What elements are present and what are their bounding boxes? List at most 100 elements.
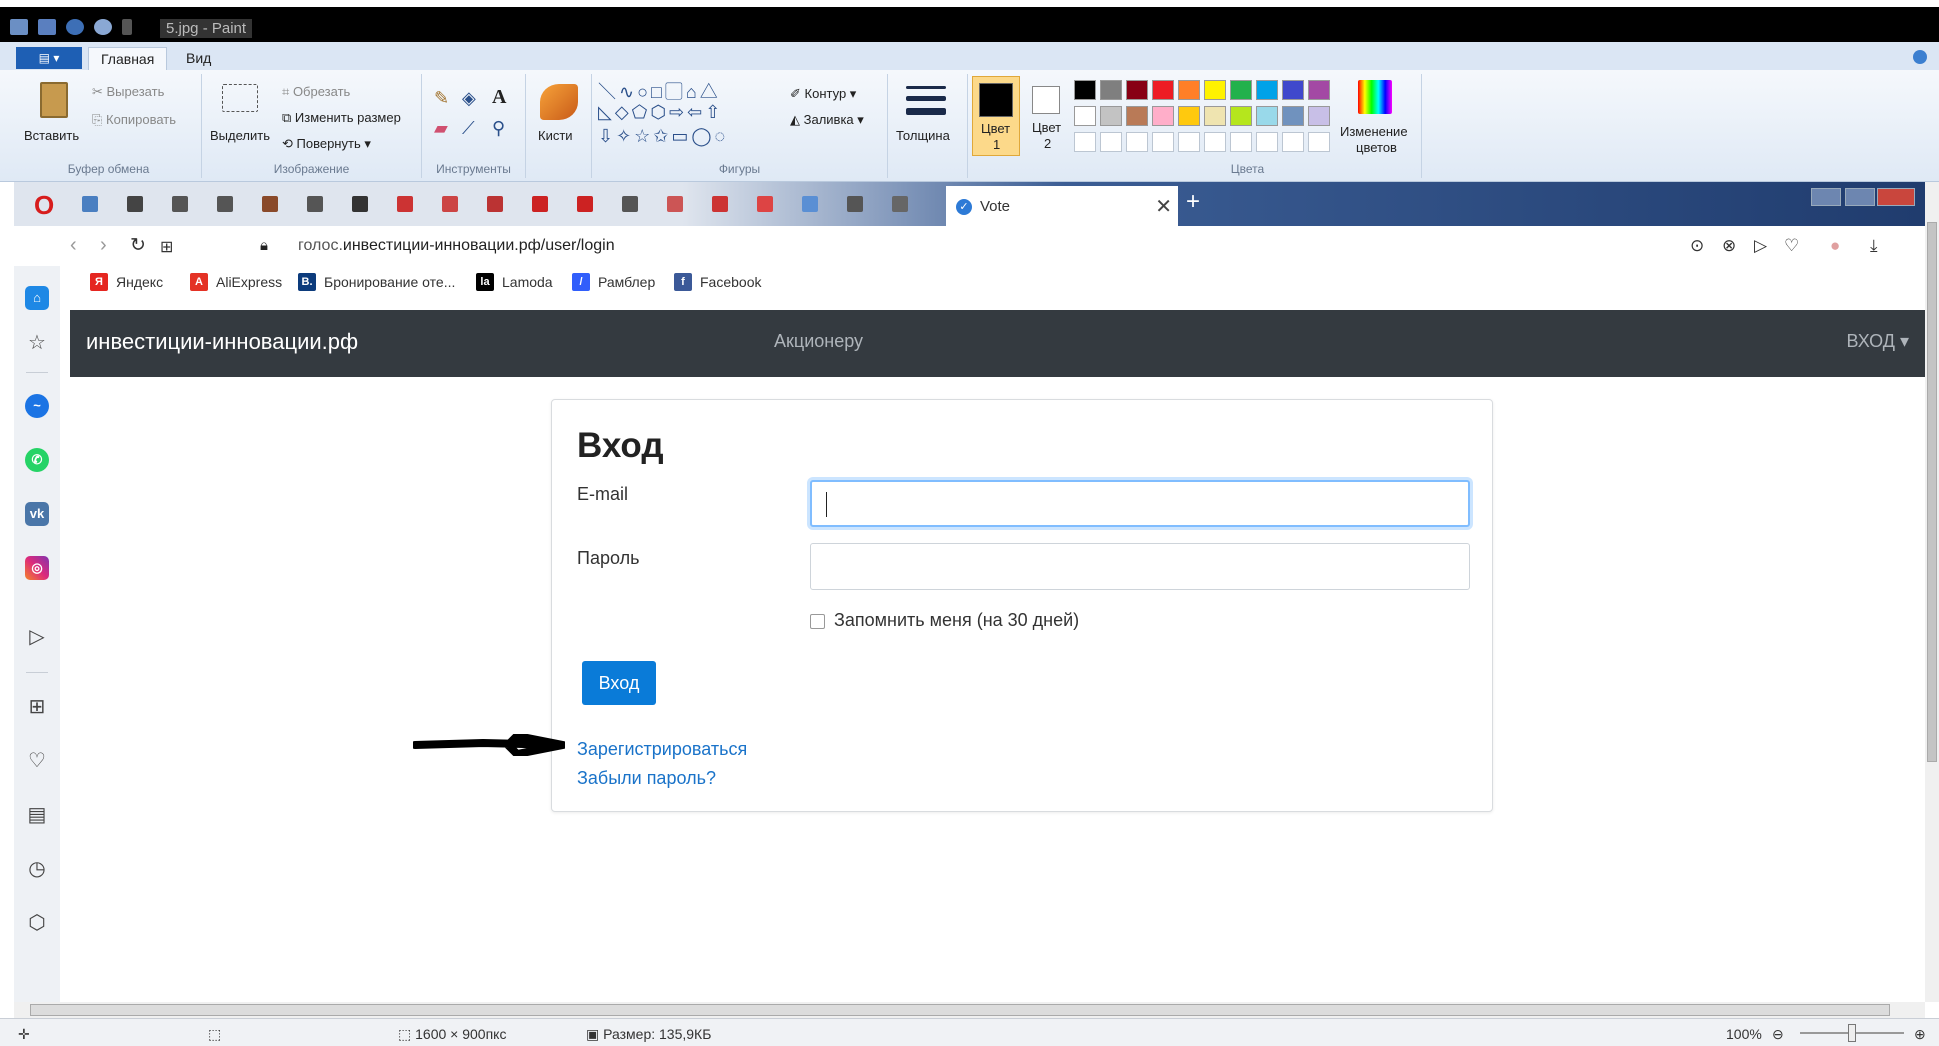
pinned-tab-icon[interactable] bbox=[82, 196, 98, 212]
extensions-icon[interactable]: ⬡ bbox=[25, 910, 49, 935]
cut-button[interactable]: ✂ Вырезать bbox=[92, 84, 164, 100]
login-submit-button[interactable]: Вход bbox=[582, 661, 656, 705]
customize-toolbar-icon[interactable] bbox=[122, 19, 132, 35]
url-field[interactable]: голос.инвестиции-инновации.рф/user/login bbox=[298, 237, 615, 255]
pinned-tab-icon[interactable] bbox=[352, 196, 368, 212]
edit-colors-icon[interactable] bbox=[1358, 80, 1392, 114]
messenger-icon[interactable]: ~ bbox=[25, 394, 49, 418]
brushes-button[interactable]: Кисти bbox=[538, 128, 573, 143]
bookmark-item[interactable]: f Facebook bbox=[674, 273, 761, 291]
select-button[interactable]: Выделить bbox=[210, 128, 270, 143]
tab-view[interactable]: Вид bbox=[174, 47, 223, 70]
opera-logo-icon[interactable]: O bbox=[34, 192, 54, 218]
redo-icon[interactable] bbox=[94, 19, 112, 35]
vertical-scroll-thumb[interactable] bbox=[1927, 222, 1937, 762]
zoom-slider-thumb[interactable] bbox=[1848, 1024, 1856, 1042]
favorites-icon[interactable]: ♡ bbox=[25, 748, 49, 773]
history-icon[interactable]: ◷ bbox=[25, 856, 49, 881]
bookmark-item[interactable]: / Рамблер bbox=[572, 273, 655, 291]
forward-icon[interactable]: › bbox=[100, 234, 107, 257]
tab-close-icon[interactable]: ✕ bbox=[1155, 194, 1172, 219]
whatsapp-icon[interactable]: ✆ bbox=[25, 448, 49, 472]
pinned-tab-icon[interactable] bbox=[712, 196, 728, 212]
pinned-tab-icon[interactable] bbox=[127, 196, 143, 212]
bookmark-item[interactable]: la Lamoda bbox=[476, 273, 553, 291]
save-icon[interactable] bbox=[38, 19, 56, 35]
shapes-row-1[interactable]: ＼∿○□▢⌂△ bbox=[598, 78, 721, 104]
pinned-tab-icon[interactable] bbox=[757, 196, 773, 212]
bookmark-item[interactable]: B. Бронирование оте... bbox=[298, 273, 455, 291]
color2-button[interactable]: Цвет 2 bbox=[1024, 76, 1070, 156]
pinned-tab-icon[interactable] bbox=[442, 196, 458, 212]
outline-button[interactable]: ✐ Контур ▾ bbox=[790, 86, 856, 102]
horizontal-scrollbar[interactable] bbox=[14, 1002, 1925, 1018]
pinned-tab-icon[interactable] bbox=[217, 196, 233, 212]
instagram-icon[interactable]: ◎ bbox=[25, 556, 49, 580]
brush-icon[interactable] bbox=[540, 84, 578, 120]
magnifier-icon[interactable]: ⚲ bbox=[492, 118, 505, 139]
zoom-in-icon[interactable]: ⊕ bbox=[1914, 1026, 1926, 1043]
minimize-icon[interactable] bbox=[1811, 188, 1841, 206]
apps-icon[interactable]: ⊞ bbox=[25, 694, 49, 719]
email-field[interactable] bbox=[810, 480, 1470, 527]
pinned-tab-icon[interactable] bbox=[802, 196, 818, 212]
adblock-icon[interactable]: ⊗ bbox=[1722, 236, 1736, 256]
pinned-tab-icon[interactable] bbox=[847, 196, 863, 212]
pinned-tab-icon[interactable] bbox=[487, 196, 503, 212]
pinned-tab-icon[interactable] bbox=[622, 196, 638, 212]
pinned-tab-icon[interactable] bbox=[667, 196, 683, 212]
maximize-icon[interactable] bbox=[1845, 188, 1875, 206]
snapshot-icon[interactable]: ⊙ bbox=[1690, 236, 1704, 256]
resize-button[interactable]: ⧉ Изменить размер bbox=[282, 110, 401, 126]
paint-app-icon[interactable] bbox=[10, 19, 28, 35]
crop-button[interactable]: ⌗ Обрезать bbox=[282, 84, 350, 100]
reload-icon[interactable]: ↻ bbox=[130, 234, 146, 257]
color-picker-icon[interactable]: ⟋ bbox=[462, 118, 475, 139]
pinned-tab-icon[interactable] bbox=[172, 196, 188, 212]
vk-icon[interactable]: vk bbox=[25, 502, 49, 526]
thickness-button[interactable]: Толщина bbox=[896, 128, 950, 143]
send-sidebar-icon[interactable]: ▷ bbox=[25, 624, 49, 649]
edit-colors-line2[interactable]: цветов bbox=[1356, 140, 1397, 155]
star-icon[interactable]: ☆ bbox=[25, 330, 49, 355]
download-icon[interactable]: ⤓ bbox=[1870, 236, 1878, 256]
send-icon[interactable]: ▷ bbox=[1754, 236, 1767, 256]
vertical-scrollbar[interactable] bbox=[1925, 182, 1939, 1002]
color1-button[interactable]: Цвет 1 bbox=[972, 76, 1020, 156]
bookmark-item[interactable]: Я Яндекс bbox=[90, 273, 163, 291]
edit-colors-line1[interactable]: Изменение bbox=[1340, 124, 1408, 139]
profile-icon[interactable]: ● bbox=[1830, 236, 1840, 256]
back-icon[interactable]: ‹ bbox=[70, 234, 77, 257]
tab-vote[interactable]: ✓ Vote ✕ bbox=[946, 186, 1178, 226]
pencil-icon[interactable]: ✎ bbox=[434, 88, 449, 109]
pinned-tab-icon[interactable] bbox=[262, 196, 278, 212]
home-icon[interactable]: ⌂ bbox=[25, 286, 49, 310]
remember-label[interactable]: Запомнить меня (на 30 дней) bbox=[834, 610, 1079, 631]
pinned-tab-icon[interactable] bbox=[577, 196, 593, 212]
rotate-button[interactable]: ⟲ Повернуть ▾ bbox=[282, 136, 371, 152]
paste-icon[interactable] bbox=[40, 82, 68, 118]
undo-icon[interactable] bbox=[66, 19, 84, 35]
close-window-icon[interactable] bbox=[1877, 188, 1915, 206]
horizontal-scroll-thumb[interactable] bbox=[30, 1004, 1890, 1016]
pinned-tab-icon[interactable] bbox=[892, 196, 908, 212]
remember-checkbox[interactable] bbox=[810, 614, 825, 629]
zoom-out-icon[interactable]: ⊖ bbox=[1772, 1026, 1784, 1043]
eraser-icon[interactable]: ▰ bbox=[434, 118, 448, 139]
site-brand[interactable]: инвестиции-инновации.рф bbox=[86, 329, 358, 355]
shapes-row-2[interactable]: ◺◇⬠⬡⇨⇦⇧ bbox=[598, 102, 723, 123]
heart-icon[interactable]: ♡ bbox=[1784, 236, 1799, 256]
select-icon[interactable] bbox=[222, 84, 258, 112]
bookmark-item[interactable]: A AliExpress bbox=[190, 273, 282, 291]
new-tab-icon[interactable]: + bbox=[1186, 188, 1200, 216]
speed-dial-icon[interactable]: ⊞ bbox=[160, 237, 173, 257]
pinned-tab-icon[interactable] bbox=[397, 196, 413, 212]
forgot-password-link[interactable]: Забыли пароль? bbox=[577, 768, 716, 789]
pinned-tab-icon[interactable] bbox=[307, 196, 323, 212]
copy-button[interactable]: ⎘ Копировать bbox=[92, 112, 176, 128]
help-icon[interactable] bbox=[1913, 50, 1927, 64]
register-link[interactable]: Зарегистрироваться bbox=[577, 739, 747, 760]
tab-home[interactable]: Главная bbox=[88, 47, 168, 70]
nav-login-dropdown[interactable]: ВХОД ▾ bbox=[1847, 331, 1909, 352]
nav-shareholder-link[interactable]: Акционеру bbox=[774, 331, 863, 352]
